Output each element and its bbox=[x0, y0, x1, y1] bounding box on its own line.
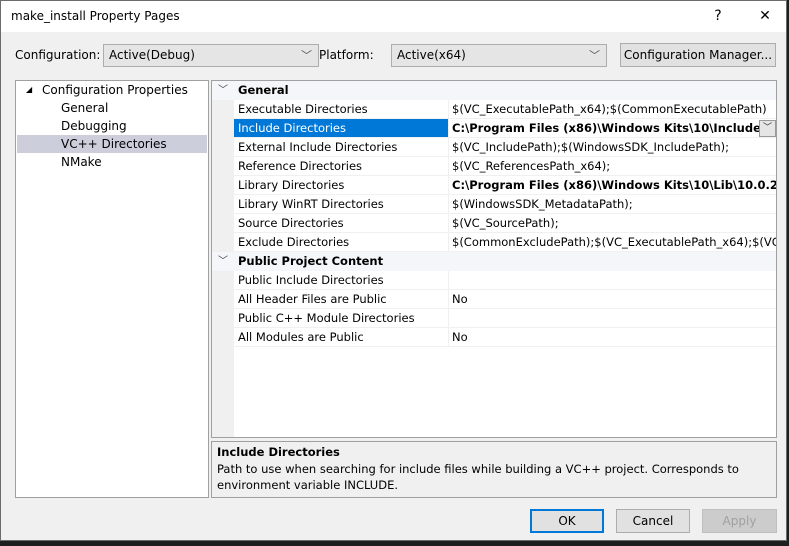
property-value[interactable] bbox=[448, 271, 776, 290]
property-row[interactable]: External Include Directories $(VC_Include… bbox=[212, 138, 776, 157]
chevron-down-icon[interactable]: ﹀ bbox=[218, 81, 228, 100]
property-name[interactable]: Public C++ Module Directories bbox=[234, 309, 448, 328]
property-name[interactable]: Reference Directories bbox=[234, 157, 448, 176]
property-name[interactable]: Include Directories bbox=[234, 119, 448, 138]
category-title: Public Project Content bbox=[238, 254, 384, 268]
window-title: make_install Property Pages bbox=[11, 9, 180, 23]
expanded-triangle-icon: ◢ bbox=[26, 85, 33, 94]
property-name[interactable]: External Include Directories bbox=[234, 138, 448, 157]
property-row[interactable]: Include Directories C:\Program Files (x86… bbox=[212, 119, 776, 138]
tree-item-label: General bbox=[61, 101, 109, 115]
tree-item-nmake[interactable]: NMake bbox=[17, 153, 207, 171]
tree-item-label: VC++ Directories bbox=[61, 137, 167, 151]
property-row[interactable]: Source Directories $(VC_SourcePath); bbox=[212, 214, 776, 233]
tree-item-label: Debugging bbox=[61, 119, 127, 133]
chevron-down-icon[interactable]: ﹀ bbox=[218, 252, 228, 271]
property-value[interactable]: $(WindowsSDK_MetadataPath); bbox=[448, 195, 776, 214]
property-row[interactable]: Executable Directories $(VC_ExecutablePat… bbox=[212, 100, 776, 119]
property-row[interactable]: Library Directories C:\Program Files (x86… bbox=[212, 176, 776, 195]
tree-item-general[interactable]: General bbox=[17, 99, 207, 117]
property-value[interactable]: C:\Program Files (x86)\Windows Kits\10\I… bbox=[448, 119, 776, 138]
property-row[interactable]: All Header Files are Public No bbox=[212, 290, 776, 309]
configuration-label: Configuration: bbox=[15, 48, 101, 62]
configuration-tree: ◢ Configuration Properties General Debug… bbox=[15, 80, 209, 498]
apply-button[interactable]: Apply bbox=[702, 509, 777, 533]
property-name[interactable]: Exclude Directories bbox=[234, 233, 448, 252]
property-row[interactable]: Library WinRT Directories $(WindowsSDK_Me… bbox=[212, 195, 776, 214]
property-pages-dialog: make_install Property Pages ? ✕ Configur… bbox=[0, 0, 787, 541]
platform-value: Active(x64) bbox=[397, 48, 466, 62]
tree-item-debugging[interactable]: Debugging bbox=[17, 117, 207, 135]
property-value[interactable]: $(VC_ReferencesPath_x64); bbox=[448, 157, 776, 176]
property-name[interactable]: All Modules are Public bbox=[234, 328, 448, 347]
configuration-manager-button[interactable]: Configuration Manager... bbox=[620, 43, 776, 67]
property-row[interactable]: Reference Directories $(VC_ReferencesPath… bbox=[212, 157, 776, 176]
property-value[interactable]: No bbox=[448, 328, 776, 347]
property-value[interactable]: $(VC_SourcePath); bbox=[448, 214, 776, 233]
platform-label: Platform: bbox=[319, 48, 374, 62]
property-row[interactable]: All Modules are Public No bbox=[212, 328, 776, 347]
property-row[interactable]: Public Include Directories bbox=[212, 271, 776, 290]
property-value[interactable] bbox=[448, 309, 776, 328]
close-button[interactable]: ✕ bbox=[750, 5, 780, 27]
ok-button[interactable]: OK bbox=[530, 509, 604, 533]
property-name[interactable]: Executable Directories bbox=[234, 100, 448, 119]
property-value[interactable]: $(VC_IncludePath);$(WindowsSDK_IncludePa… bbox=[448, 138, 776, 157]
property-row[interactable]: Exclude Directories $(CommonExcludePath);… bbox=[212, 233, 776, 252]
category-title: General bbox=[238, 83, 289, 97]
category-header[interactable]: ﹀ Public Project Content bbox=[212, 252, 776, 271]
property-name[interactable]: Public Include Directories bbox=[234, 271, 448, 290]
description-panel: Include Directories Path to use when sea… bbox=[211, 441, 777, 498]
configuration-value: Active(Debug) bbox=[109, 48, 195, 62]
configuration-select[interactable]: Active(Debug) ﹀ bbox=[103, 44, 319, 67]
tree-item-label: Configuration Properties bbox=[42, 83, 188, 97]
dropdown-button[interactable]: ﹀ bbox=[759, 120, 776, 137]
help-button[interactable]: ? bbox=[703, 5, 733, 27]
property-name[interactable]: Library WinRT Directories bbox=[234, 195, 448, 214]
cancel-button[interactable]: Cancel bbox=[616, 509, 690, 533]
property-name[interactable]: Source Directories bbox=[234, 214, 448, 233]
property-value[interactable]: $(VC_ExecutablePath_x64);$(CommonExecuta… bbox=[448, 100, 776, 119]
property-value[interactable]: $(CommonExcludePath);$(VC_ExecutablePath… bbox=[448, 233, 776, 252]
property-grid: ﹀ General Executable Directories $(VC_Execu… bbox=[211, 80, 777, 438]
property-name[interactable]: Library Directories bbox=[234, 176, 448, 195]
category-header[interactable]: ﹀ General bbox=[212, 81, 776, 100]
platform-select[interactable]: Active(x64) ﹀ bbox=[391, 44, 607, 67]
tree-item-label: NMake bbox=[61, 155, 102, 169]
tree-item-vc-directories[interactable]: VC++ Directories bbox=[17, 135, 207, 153]
description-title: Include Directories bbox=[217, 445, 340, 459]
chevron-down-icon: ﹀ bbox=[589, 49, 600, 62]
title-bar: make_install Property Pages ? ✕ bbox=[1, 1, 786, 32]
chevron-down-icon: ﹀ bbox=[301, 49, 312, 62]
property-row[interactable]: Public C++ Module Directories bbox=[212, 309, 776, 328]
property-name[interactable]: All Header Files are Public bbox=[234, 290, 448, 309]
description-text: Path to use when searching for include f… bbox=[217, 462, 739, 492]
property-value[interactable]: No bbox=[448, 290, 776, 309]
property-value[interactable]: C:\Program Files (x86)\Windows Kits\10\L… bbox=[448, 176, 776, 195]
tree-item-configuration-properties[interactable]: ◢ Configuration Properties bbox=[17, 81, 207, 99]
